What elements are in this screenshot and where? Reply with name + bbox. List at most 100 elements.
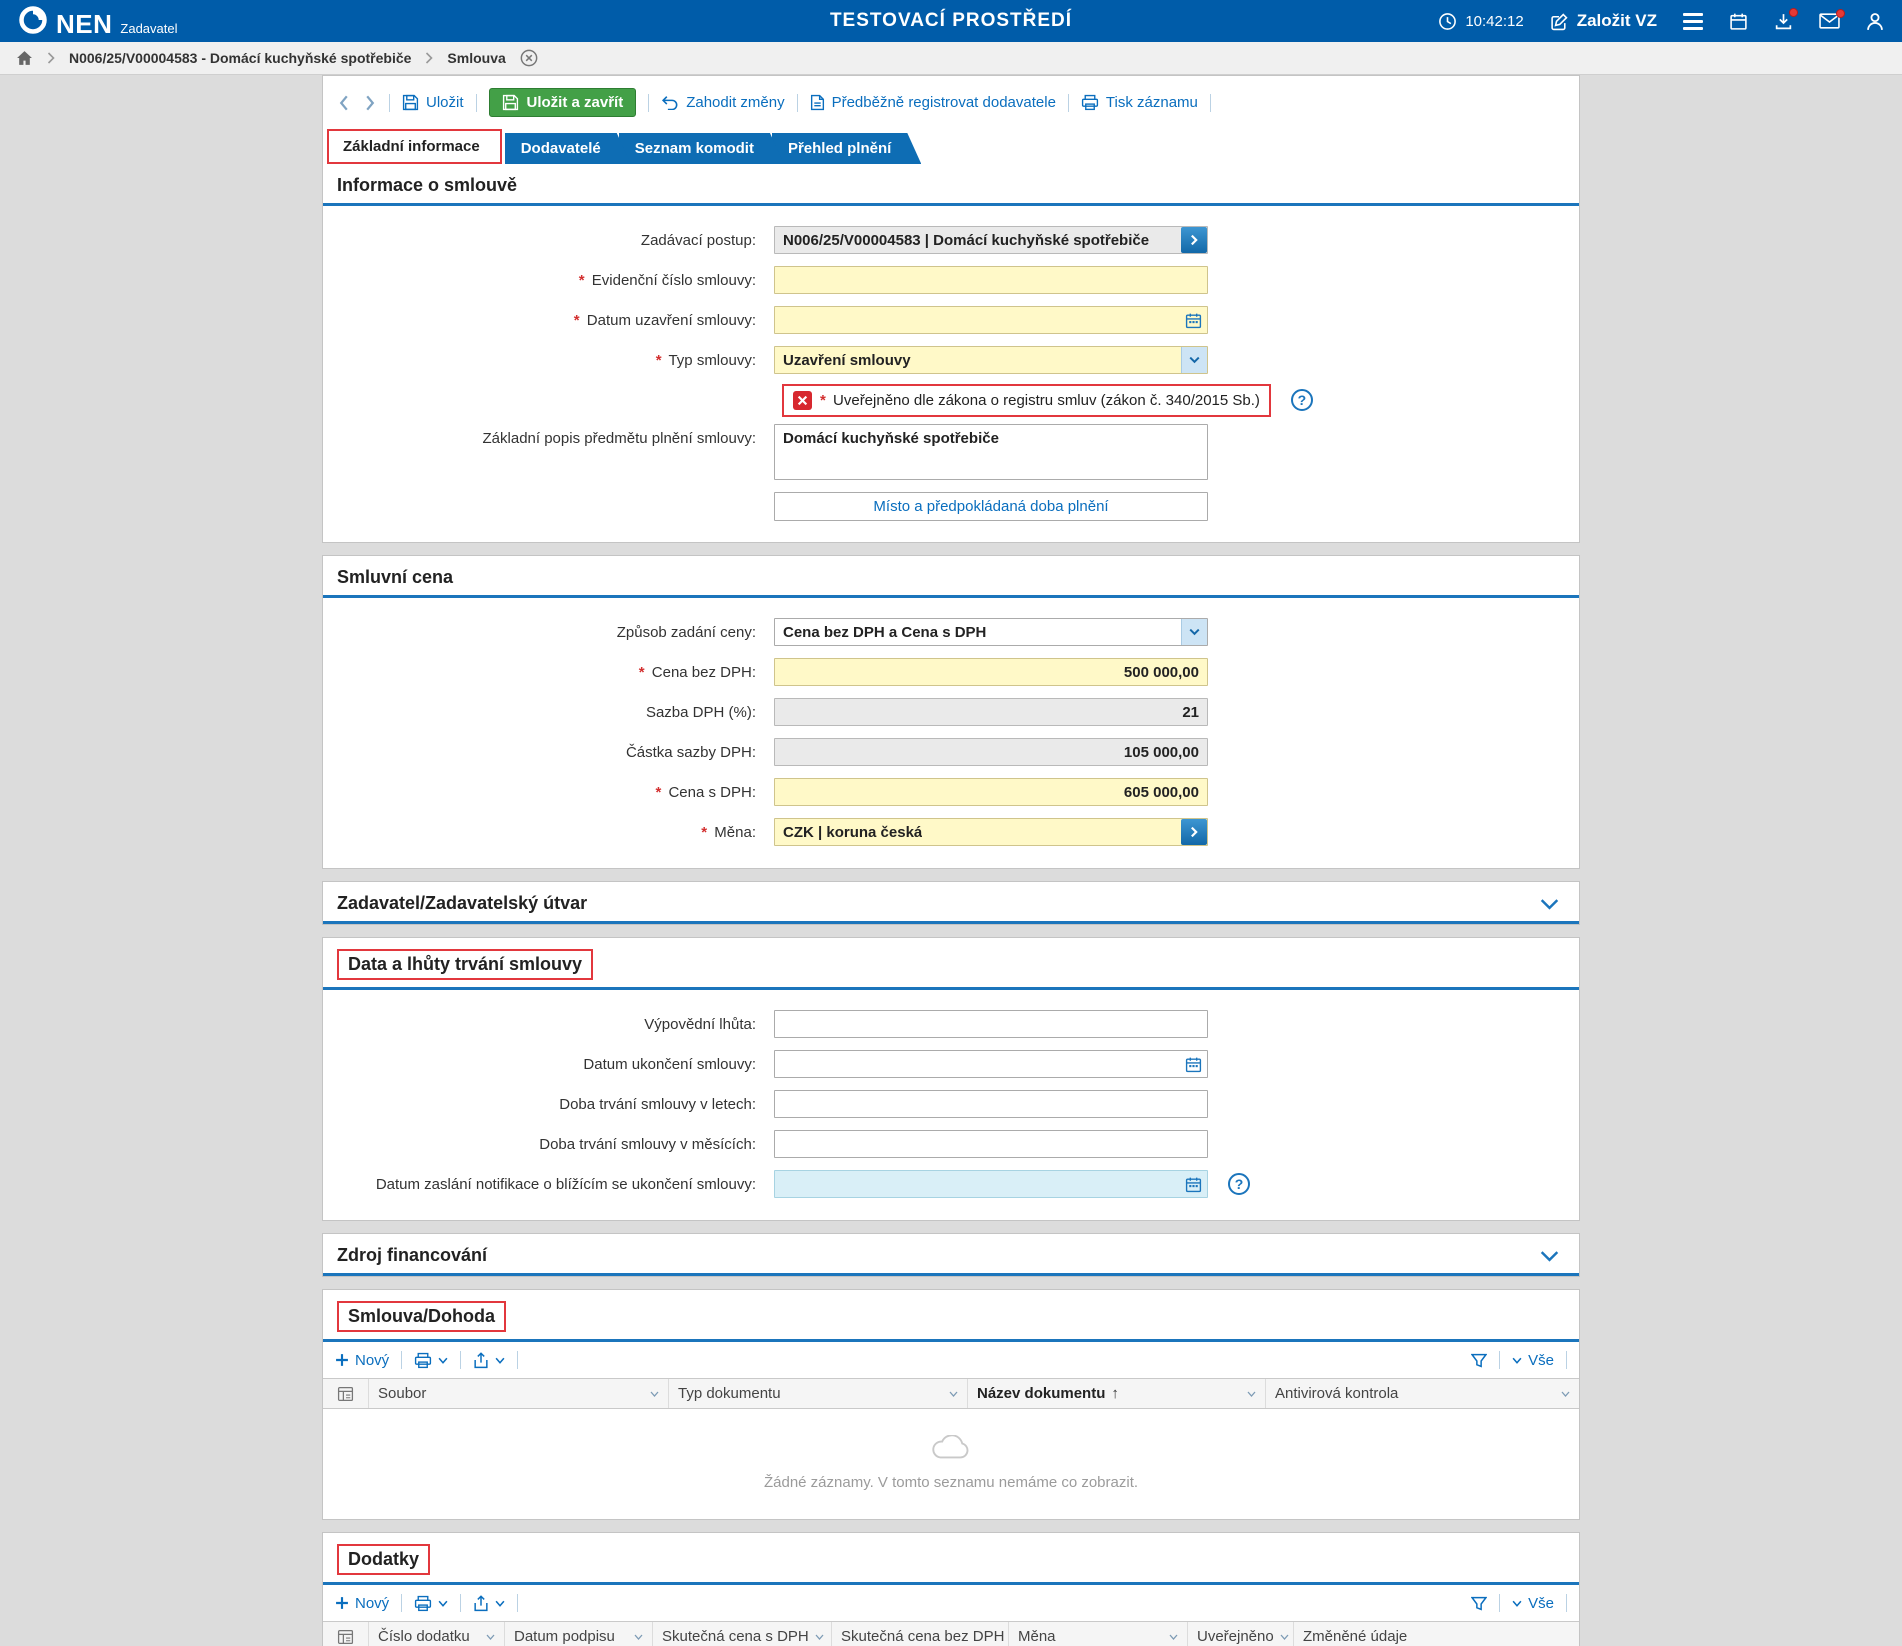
filter-chevron-icon[interactable] [1274, 1634, 1289, 1640]
column-header-antivirova-kontrola[interactable]: Antivirová kontrola [1266, 1379, 1579, 1408]
help-icon[interactable]: ? [1290, 389, 1313, 411]
doba-trvani-letech-input[interactable] [774, 1090, 1208, 1118]
show-all-button[interactable]: Vše [1512, 1595, 1554, 1612]
column-header-nazev-dokumentu[interactable]: Název dokumentu ↑ [968, 1379, 1266, 1408]
datum-ukonceni-smlouvy-input[interactable] [774, 1050, 1208, 1078]
column-header-zmenene-udaje[interactable]: Změněné údaje [1294, 1622, 1579, 1646]
menu-icon[interactable] [1683, 12, 1703, 30]
plus-icon [336, 1597, 348, 1609]
save-button[interactable]: Uložit [402, 94, 464, 111]
cloud-icon [932, 1434, 969, 1459]
filter-chevron-icon[interactable] [628, 1634, 643, 1640]
chevron-down-icon [438, 1600, 448, 1607]
cena-s-dph-input[interactable]: 605 000,00 [774, 778, 1208, 806]
downloads-icon[interactable] [1774, 7, 1798, 31]
form-row: * Cena s DPH: 605 000,00 [323, 772, 1579, 812]
doba-trvani-mesicich-input[interactable] [774, 1130, 1208, 1158]
chevron-down-icon[interactable] [1534, 896, 1565, 912]
tab-zakladni-informace[interactable]: Základní informace [329, 131, 500, 162]
create-vz-button[interactable]: Založit VZ [1550, 11, 1657, 31]
zpusob-zadani-ceny-select[interactable]: Cena bez DPH a Cena s DPH [774, 618, 1208, 646]
new-record-button[interactable]: Nový [335, 1352, 389, 1369]
print-grid-button[interactable] [414, 1595, 448, 1612]
popis-predmetu-textarea[interactable]: Domácí kuchyňské spotřebiče [774, 424, 1208, 480]
breadcrumb-chevron-icon [425, 52, 434, 64]
column-header-soubor[interactable]: Soubor [369, 1379, 669, 1408]
field-label: Doba trvání smlouvy v letech: [559, 1095, 756, 1113]
grid-settings-cell[interactable] [323, 1379, 369, 1408]
vypovedni-lhuta-input[interactable] [774, 1010, 1208, 1038]
zadavaci-postup-field[interactable]: N006/25/V00004583 | Domácí kuchyňské spo… [774, 226, 1208, 254]
calendar-button[interactable] [1182, 1054, 1204, 1074]
popis-predmetu-value: Domácí kuchyňské spotřebiče [783, 430, 999, 447]
calendar-icon[interactable] [1729, 12, 1748, 31]
save-and-close-button[interactable]: Uložit a zavřít [488, 88, 637, 117]
column-header-datum-podpisu[interactable]: Datum podpisu [505, 1622, 653, 1646]
prev-record-button[interactable] [337, 95, 351, 111]
help-icon[interactable]: ? [1228, 1173, 1250, 1195]
castka-sazby-dph-field[interactable]: 105 000,00 [774, 738, 1208, 766]
discard-changes-button[interactable]: Zahodit změny [661, 94, 785, 111]
section-header-zadavatel[interactable]: Zadavatel/Zadavatelský útvar [323, 882, 1579, 924]
grid-settings-cell[interactable] [323, 1622, 369, 1646]
messages-icon[interactable] [1819, 9, 1845, 29]
column-header-typ-dokumentu[interactable]: Typ dokumentu [669, 1379, 968, 1408]
column-header-mena[interactable]: Měna [1009, 1622, 1188, 1646]
column-header-cislo-dodatku[interactable]: Číslo dodatku [369, 1622, 505, 1646]
toolbar-separator [1067, 93, 1069, 112]
filter-button[interactable] [1471, 1353, 1488, 1368]
chevron-right-icon [1191, 826, 1198, 838]
lookup-button[interactable] [1181, 227, 1207, 253]
cena-bez-dph-input[interactable]: 500 000,00 [774, 658, 1208, 686]
filter-chevron-icon[interactable] [1555, 1391, 1570, 1397]
select-dropdown-button[interactable] [1181, 619, 1207, 645]
tab-dodavatele[interactable]: Dodavatelé [505, 133, 631, 164]
filter-chevron-icon[interactable] [480, 1634, 495, 1640]
column-header-skutecna-cena-bez-dph[interactable]: Skutečná cena bez DPH [832, 1622, 1009, 1646]
misto-a-doba-plneni-button[interactable]: Místo a předpokládaná doba plnění [774, 491, 1208, 521]
breadcrumb-procedure[interactable]: N006/25/V00004583 - Domácí kuchyňské spo… [69, 50, 411, 66]
export-grid-button[interactable] [473, 1351, 505, 1369]
filter-chevron-icon[interactable] [644, 1391, 659, 1397]
show-all-button[interactable]: Vše [1512, 1352, 1554, 1369]
user-icon[interactable] [1866, 12, 1884, 31]
lookup-button[interactable] [1181, 819, 1207, 845]
typ-smlouvy-select[interactable]: Uzavření smlouvy [774, 346, 1208, 374]
section-title: Smlouva/Dohoda [348, 1306, 496, 1326]
tab-seznam-komodit[interactable]: Seznam komodit [619, 133, 784, 164]
sazba-dph-field[interactable]: 21 [774, 698, 1208, 726]
print-record-label: Tisk záznamu [1105, 94, 1198, 111]
filter-chevron-icon[interactable] [1163, 1634, 1178, 1640]
filter-chevron-icon[interactable] [809, 1634, 824, 1640]
column-header-uverejneno[interactable]: Uveřejněno [1188, 1622, 1294, 1646]
select-dropdown-button[interactable] [1181, 347, 1207, 373]
close-tab-icon[interactable] [520, 49, 538, 67]
datum-uzavreni-smlouvy-input[interactable] [774, 306, 1208, 334]
filter-chevron-icon[interactable] [1241, 1391, 1256, 1397]
preregister-supplier-button[interactable]: Předběžně registrovat dodavatele [810, 94, 1056, 111]
tab-prehled-plneni[interactable]: Přehled plnění [772, 133, 921, 164]
export-grid-button[interactable] [473, 1594, 505, 1612]
print-record-button[interactable]: Tisk záznamu [1081, 94, 1198, 111]
field-label: Doba trvání smlouvy v měsících: [539, 1135, 756, 1153]
calendar-button[interactable] [1182, 310, 1204, 330]
filter-button[interactable] [1471, 1596, 1488, 1611]
environment-title: TESTOVACÍ PROSTŘEDÍ [829, 10, 1073, 31]
toolbar-separator [475, 93, 477, 112]
mena-field[interactable]: CZK | koruna česká [774, 818, 1208, 846]
registry-checkbox-error-icon[interactable] [793, 390, 812, 410]
nen-brand[interactable]: NEN Zadavatel [18, 5, 178, 37]
print-grid-button[interactable] [414, 1352, 448, 1369]
calendar-button[interactable] [1182, 1174, 1204, 1194]
evidencni-cislo-smlouvy-input[interactable] [774, 266, 1208, 294]
column-header-skutecna-cena-s-dph[interactable]: Skutečná cena s DPH [653, 1622, 832, 1646]
chevron-down-icon[interactable] [1534, 1248, 1565, 1264]
section-header-zdroj[interactable]: Zdroj financování [323, 1234, 1579, 1276]
home-icon[interactable] [16, 50, 33, 66]
datum-notifikace-input[interactable] [774, 1170, 1208, 1198]
new-record-button[interactable]: Nový [335, 1595, 389, 1612]
session-timer: 10:42:12 [1438, 12, 1524, 31]
next-record-button[interactable] [363, 95, 377, 111]
filter-chevron-icon[interactable] [943, 1391, 958, 1397]
section-title: Zdroj financování [337, 1245, 488, 1265]
